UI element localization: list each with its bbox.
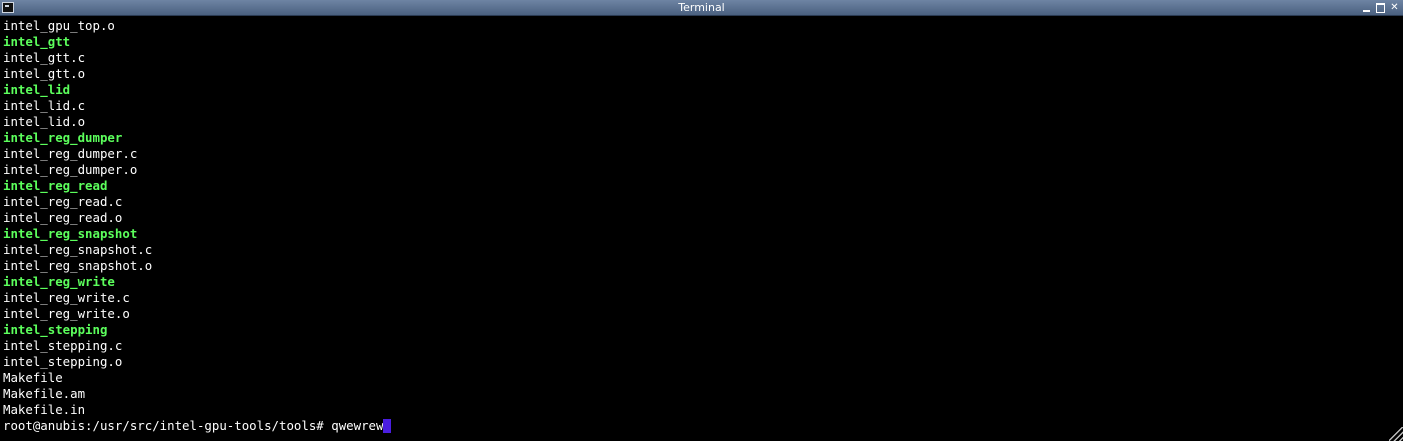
directory-entry: intel_reg_write xyxy=(3,274,115,289)
command-input[interactable]: qwewrew xyxy=(331,418,383,433)
file-entry: intel_lid.c xyxy=(3,98,86,113)
file-entry: intel_reg_write.o xyxy=(3,306,130,321)
window-title: Terminal xyxy=(678,1,725,14)
directory-entry: intel_stepping xyxy=(3,322,108,337)
directory-entry: intel_reg_dumper xyxy=(3,130,123,145)
directory-entry: intel_reg_read xyxy=(3,178,108,193)
terminal-window: Terminal ✕ intel_gpu_top.o intel_gtt intel… xyxy=(0,0,1403,441)
output-lines: intel_gpu_top.o intel_gtt intel_gtt.c intel… xyxy=(3,18,1403,418)
file-entry: intel_reg_snapshot.o xyxy=(3,258,153,273)
file-entry: Makefile.in xyxy=(3,402,86,417)
file-entry: intel_reg_dumper.c xyxy=(3,146,138,161)
file-entry: intel_reg_snapshot.c xyxy=(3,242,153,257)
terminal-output[interactable]: intel_gpu_top.o intel_gtt intel_gtt.c intel… xyxy=(0,18,1403,441)
resize-grip-icon[interactable] xyxy=(1389,427,1403,441)
directory-entry: intel_gtt xyxy=(3,34,71,49)
minimize-icon[interactable] xyxy=(1361,3,1372,13)
file-entry: Makefile xyxy=(3,370,63,385)
prompt-line[interactable]: root@anubis:/usr/src/intel-gpu-tools/too… xyxy=(3,418,1403,434)
file-entry: Makefile.am xyxy=(3,386,86,401)
text-cursor xyxy=(383,419,392,433)
file-entry: intel_reg_dumper.o xyxy=(3,162,138,177)
directory-entry: intel_lid xyxy=(3,82,71,97)
shell-prompt: root@anubis:/usr/src/intel-gpu-tools/too… xyxy=(3,418,332,433)
file-entry: intel_stepping.c xyxy=(3,338,123,353)
file-entry: intel_reg_read.o xyxy=(3,210,123,225)
file-entry: intel_reg_read.c xyxy=(3,194,123,209)
maximize-icon[interactable] xyxy=(1375,3,1386,13)
file-entry: intel_gtt.o xyxy=(3,66,86,81)
file-entry: intel_lid.o xyxy=(3,114,86,129)
file-entry: intel_reg_write.c xyxy=(3,290,130,305)
title-bar[interactable]: Terminal ✕ xyxy=(0,0,1403,16)
close-icon[interactable]: ✕ xyxy=(1389,3,1400,13)
file-entry: intel_gpu_top.o xyxy=(3,18,115,33)
file-entry: intel_gtt.c xyxy=(3,50,86,65)
file-entry: intel_stepping.o xyxy=(3,354,123,369)
directory-entry: intel_reg_snapshot xyxy=(3,226,138,241)
